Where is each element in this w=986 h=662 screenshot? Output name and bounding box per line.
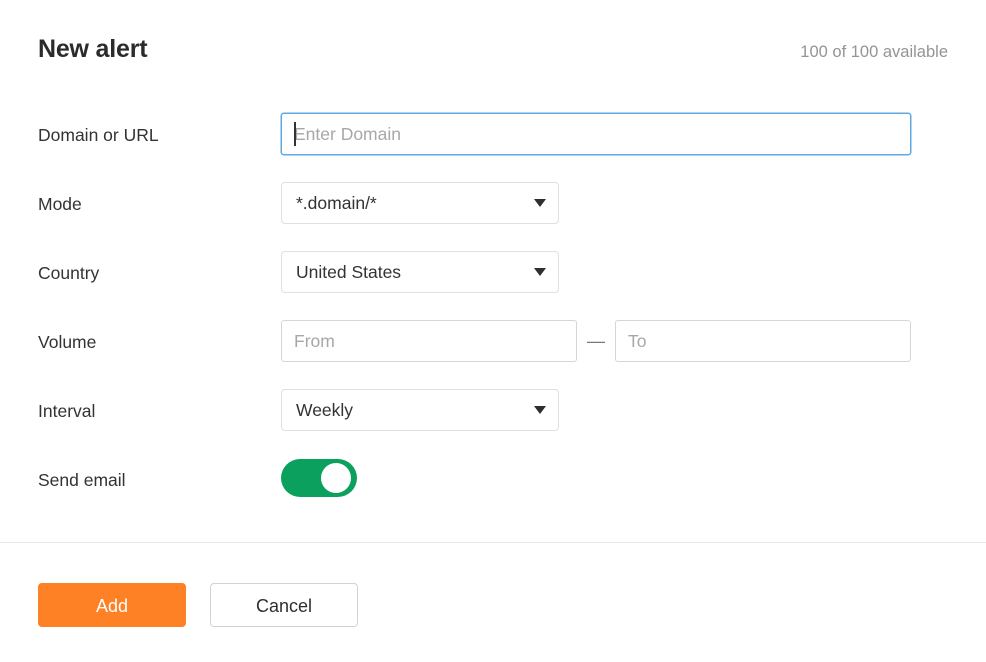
form-row-country: Country United States [0,251,986,320]
country-select[interactable]: United States [281,251,559,293]
alert-form: Domain or URL Mode *.domain/* Country [0,113,986,527]
add-button[interactable]: Add [38,583,186,627]
form-row-interval: Interval Weekly [0,389,986,458]
send-email-toggle[interactable] [281,459,357,497]
range-separator: — [587,331,605,351]
domain-input-wrapper [281,113,911,155]
quota-status: 100 of 100 available [800,43,948,61]
chevron-down-icon [534,406,546,414]
mode-select-value: *.domain/* [296,192,377,213]
interval-select[interactable]: Weekly [281,389,559,431]
control-mode: *.domain/* [281,182,986,224]
form-row-mode: Mode *.domain/* [0,182,986,251]
form-row-domain: Domain or URL [0,113,986,182]
new-alert-panel: New alert 100 of 100 available Domain or… [0,0,986,662]
toggle-knob [321,463,351,493]
form-row-volume: Volume — [0,320,986,389]
control-interval: Weekly [281,389,986,431]
country-select-value: United States [296,261,402,282]
control-volume: — [281,320,986,362]
panel-header: New alert 100 of 100 available [38,34,948,78]
volume-from-input[interactable] [281,320,577,362]
page-title: New alert [38,35,148,63]
footer-divider [0,542,986,543]
label-send-email: Send email [38,470,126,490]
chevron-down-icon [534,268,546,276]
cancel-button[interactable]: Cancel [210,583,358,627]
text-caret [294,122,296,146]
mode-select[interactable]: *.domain/* [281,182,559,224]
label-interval: Interval [38,401,96,421]
domain-input[interactable] [281,113,911,155]
control-send-email [281,458,986,497]
form-row-send-email: Send email [0,458,986,527]
label-domain: Domain or URL [38,125,159,145]
chevron-down-icon [534,199,546,207]
control-domain [281,113,986,155]
label-volume: Volume [38,332,97,352]
interval-select-value: Weekly [296,399,354,420]
label-mode: Mode [38,194,82,214]
label-country: Country [38,263,100,283]
panel-footer: Add Cancel [38,583,358,627]
volume-to-input[interactable] [615,320,911,362]
control-country: United States [281,251,986,293]
